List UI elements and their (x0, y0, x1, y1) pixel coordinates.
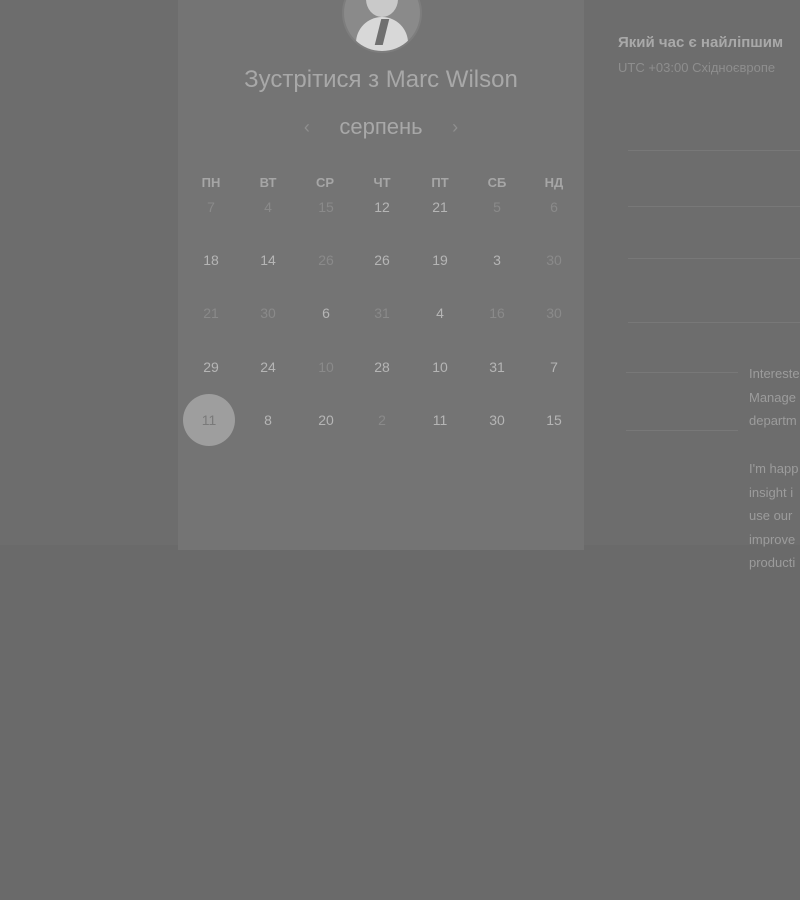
calendar-day: 21 (203, 305, 219, 321)
calendar-day: 4 (264, 199, 272, 215)
calendar-day[interactable]: 11 (416, 412, 464, 432)
calendar-day[interactable]: 28 (358, 359, 406, 379)
time-slot[interactable] (760, 166, 800, 184)
avatar-face (366, 0, 398, 17)
calendar-day[interactable]: 7 (530, 359, 578, 379)
note-line: I'm happ (749, 461, 799, 476)
weekday-sun: НД (544, 175, 564, 190)
month-label: серпень (339, 114, 423, 139)
calendar-day[interactable]: 24 (244, 359, 292, 379)
note-line: insight i (749, 484, 794, 500)
calendar-day: 6 (550, 199, 558, 215)
prev-month-button[interactable]: ‹ (297, 117, 317, 138)
calendar-day: 30 (546, 305, 562, 321)
divider (628, 206, 800, 207)
calendar-day: 2 (378, 412, 386, 428)
weekday-tue: ВТ (259, 175, 277, 190)
meeting-title: Зустрітися з Marc Wilson (244, 66, 518, 93)
weekday-wed: СР (315, 175, 335, 190)
weekday-mon: ПН (201, 175, 221, 190)
calendar-day[interactable]: 6 (302, 305, 350, 325)
calendar-day: 31 (374, 305, 390, 321)
divider (626, 430, 738, 431)
calendar-day[interactable]: 8 (244, 412, 292, 432)
calendar-day[interactable]: 21 (416, 199, 464, 219)
calendar-day: 5 (493, 199, 501, 215)
note-block-1: Intereste Manage departm (749, 362, 800, 433)
next-month-button[interactable]: › (445, 117, 465, 138)
note-line: Manage (749, 389, 796, 405)
calendar-day[interactable]: 19 (416, 252, 464, 272)
time-question: Який час є найліпшим (618, 34, 784, 51)
time-slot[interactable] (760, 222, 800, 240)
timezone-label[interactable]: UTC +03:00 Східноєвропе (618, 60, 775, 75)
calendar-day: 10 (318, 359, 334, 375)
calendar-day[interactable]: 18 (187, 252, 235, 272)
calendar-day[interactable]: 31 (473, 359, 521, 379)
divider (628, 150, 800, 151)
weekday-fri: ПТ (431, 175, 449, 190)
month-navigation: ‹ серпень › (178, 114, 584, 144)
calendar-day[interactable]: 12 (358, 199, 406, 219)
divider (628, 322, 800, 323)
calendar-day[interactable]: 26 (358, 252, 406, 272)
divider (626, 372, 738, 373)
note-line: improve (749, 531, 796, 547)
calendar-day: 26 (318, 252, 334, 268)
divider (628, 258, 800, 259)
calendar-day-selected[interactable]: 11 (183, 394, 235, 446)
note-line: departm (749, 413, 797, 428)
note-line: Intereste (749, 366, 800, 381)
calendar-day: 30 (260, 305, 276, 321)
time-slot[interactable] (760, 280, 800, 298)
calendar-day[interactable]: 14 (244, 252, 292, 272)
calendar-day[interactable]: 3 (473, 252, 521, 272)
calendar-day[interactable]: 20 (302, 412, 350, 432)
weekday-thu: ЧТ (373, 175, 391, 190)
note-line: producti (749, 555, 796, 570)
calendar-day: 16 (489, 305, 505, 321)
calendar-day[interactable]: 15 (530, 412, 578, 432)
calendar-day: 7 (207, 199, 215, 215)
calendar-day[interactable]: 29 (187, 359, 235, 379)
calendar-day[interactable]: 4 (416, 305, 464, 325)
note-block-2: I'm happ insight i use our improve produ… (749, 457, 798, 575)
time-slot[interactable] (760, 108, 800, 126)
calendar-day: 30 (546, 252, 562, 268)
weekday-sat: СБ (487, 175, 507, 190)
calendar-day[interactable]: 10 (416, 359, 464, 379)
note-line: use our (749, 508, 793, 523)
calendar-day: 15 (318, 199, 334, 215)
calendar-day[interactable]: 30 (473, 412, 521, 432)
